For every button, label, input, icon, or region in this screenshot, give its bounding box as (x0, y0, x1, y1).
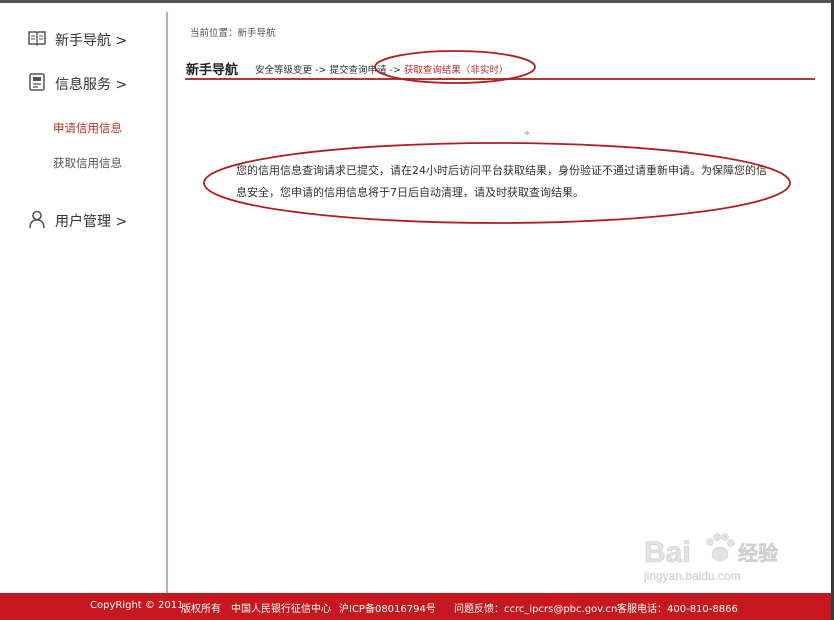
sidebar-item-user-management[interactable]: 用户管理 > (27, 210, 127, 232)
nav-steps: 安全等级变更 -> 提交查询申请 -> 获取查询结果（非实时） (255, 62, 508, 76)
document-icon (27, 72, 47, 96)
watermark-url: jingyan.baidu.com (643, 569, 741, 583)
nav-step-submit-query[interactable]: 提交查询申请 -> (329, 65, 400, 76)
sidebar-item-label: 新手导航 > (55, 33, 128, 49)
dot-text: 。 (525, 126, 535, 137)
sidebar-subitem-get-credit-info[interactable]: 获取信用信息 (53, 155, 122, 171)
nav-step-security-level[interactable]: 安全等级变更 -> (255, 65, 326, 76)
status-message: 您的信用信息查询请求已提交，请在24小时后访问平台获取结果，身份验证不通过请重新… (236, 164, 767, 199)
breadcrumb: 当前位置：新手导航 (190, 28, 276, 39)
footer-copyright: CopyRight © 2011 (90, 600, 184, 611)
footer: CopyRight © 2011 版权所有 中国人民银行征信中心 沪ICP备08… (0, 593, 831, 620)
footer-icp: 沪ICP备08016794号 (339, 604, 436, 615)
book-icon (27, 28, 47, 52)
baidu-watermark-logo: Bai 经验 jingyan.baidu.com (643, 533, 778, 583)
sidebar-item-newbie-guide[interactable]: 新手导航 > (27, 29, 127, 51)
page-title: 新手导航 (186, 63, 239, 78)
sidebar-item-info-service[interactable]: 信息服务 > (27, 73, 127, 95)
footer-hotline: 客服电话：400-810-8866 (617, 604, 738, 615)
paw-icon (706, 533, 735, 562)
watermark-jingyan: 经验 (738, 541, 778, 565)
sidebar-item-label: 用户管理 > (55, 214, 128, 230)
footer-org: 中国人民银行征信中心 (231, 604, 331, 615)
sidebar-divider (166, 12, 168, 593)
footer-rights: 版权所有 (181, 604, 221, 615)
user-icon (27, 209, 47, 233)
title-underline (185, 78, 815, 80)
nav-step-get-result[interactable]: 获取查询结果（非实时） (404, 65, 509, 76)
sidebar-item-label: 信息服务 > (55, 77, 128, 93)
sidebar-subitem-apply-credit-info[interactable]: 申请信用信息 (53, 120, 122, 136)
watermark-bai: Bai (644, 536, 691, 569)
footer-feedback: 问题反馈：ccrc_ipcrs@pbc.gov.cn (454, 604, 618, 615)
